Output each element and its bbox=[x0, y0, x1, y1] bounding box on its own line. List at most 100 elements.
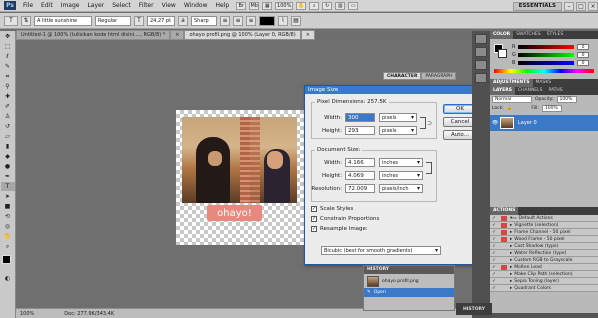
status-zoom[interactable]: 100% bbox=[20, 311, 34, 317]
hand-tool-icon[interactable]: ✋ bbox=[1, 232, 15, 241]
lock-icon[interactable]: 🔒 bbox=[507, 106, 513, 111]
menu-file[interactable]: File bbox=[19, 2, 37, 9]
foreground-color-swatch[interactable] bbox=[2, 255, 11, 264]
gradient-tool-icon[interactable]: ▮ bbox=[1, 142, 15, 151]
tab-channels[interactable]: CHANNELS bbox=[515, 87, 546, 95]
dialog-toggle-icon[interactable] bbox=[501, 279, 507, 284]
3d-rotate-tool-icon[interactable]: ⟲ bbox=[1, 212, 15, 221]
align-left-icon[interactable]: ≡ bbox=[220, 15, 230, 26]
font-family-select[interactable]: A little sunshine bbox=[34, 15, 92, 26]
menu-window[interactable]: Window bbox=[180, 2, 212, 9]
tab-close-icon[interactable]: × bbox=[170, 30, 185, 40]
tab-paths[interactable]: PATHS bbox=[546, 87, 566, 95]
move-tool-icon[interactable]: ✥ bbox=[1, 32, 15, 41]
healing-brush-tool-icon[interactable]: ✚ bbox=[1, 92, 15, 101]
menu-select[interactable]: Select bbox=[108, 2, 135, 9]
rotate-view-icon[interactable]: ↻ bbox=[322, 1, 333, 10]
color-ramp[interactable] bbox=[494, 69, 594, 73]
action-item[interactable]: ✓ ▸ Custom RGB to Grayscale bbox=[490, 257, 598, 264]
screen-mode-icon[interactable]: ▭ bbox=[348, 1, 359, 10]
expand-icon[interactable]: ▸ bbox=[510, 230, 512, 235]
workspace-essentials-button[interactable]: ESSENTIALS bbox=[512, 1, 562, 11]
check-icon[interactable]: ✓ bbox=[490, 244, 498, 249]
zoom-level[interactable]: 100% bbox=[275, 1, 294, 10]
anti-alias-select[interactable]: Sharp bbox=[191, 15, 217, 26]
action-set[interactable]: ✓ ▾▭ Default Actions bbox=[490, 215, 598, 222]
history-snapshot[interactable]: ohayo profil.png bbox=[364, 274, 454, 288]
dialog-toggle-icon[interactable] bbox=[501, 229, 507, 235]
lasso-tool-icon[interactable]: ℓ bbox=[1, 52, 15, 61]
minimize-icon[interactable]: – bbox=[564, 1, 574, 11]
clone-stamp-tool-icon[interactable]: ♙ bbox=[1, 112, 15, 121]
expand-icon[interactable]: ▸ bbox=[510, 272, 512, 277]
red-slider-track[interactable] bbox=[518, 45, 574, 49]
red-value-input[interactable]: 0 bbox=[577, 44, 589, 50]
doc-height-unit-select[interactable]: inches bbox=[379, 171, 423, 180]
eyedropper-tool-icon[interactable]: ⚲ bbox=[1, 82, 15, 91]
action-item[interactable]: ✓ ▸ Make Clip Path (selection) bbox=[490, 271, 598, 278]
eye-icon[interactable]: 👁 bbox=[490, 120, 500, 126]
action-item[interactable]: ✓ ▸ Wood Frame - 50 pixel bbox=[490, 236, 598, 243]
character-panel-toggle-icon[interactable]: ▤ bbox=[291, 15, 301, 26]
action-item[interactable]: ✓ ▸ Molten Lead bbox=[490, 264, 598, 271]
dialog-toggle-icon[interactable] bbox=[501, 215, 507, 221]
tab-styles[interactable]: STYLES bbox=[544, 31, 567, 39]
expand-icon[interactable]: ▸ bbox=[510, 265, 512, 270]
tab-character[interactable]: CHARACTER bbox=[383, 72, 422, 80]
check-icon[interactable]: ✓ bbox=[490, 223, 498, 228]
green-value-input[interactable]: 0 bbox=[577, 52, 589, 58]
dialog-toggle-icon[interactable] bbox=[501, 236, 507, 242]
blue-slider[interactable]: B 0 bbox=[490, 59, 598, 67]
dialog-toggle-icon[interactable] bbox=[501, 286, 507, 291]
doc-width-unit-select[interactable]: inches bbox=[379, 158, 423, 167]
check-icon[interactable]: ✓ bbox=[490, 251, 498, 256]
pixel-height-unit-select[interactable]: pixels bbox=[379, 126, 417, 135]
constrain-proportions-checkbox[interactable]: ✓ Constrain Proportions bbox=[311, 216, 379, 222]
panel-icon[interactable] bbox=[475, 73, 487, 83]
type-tool-preset-icon[interactable]: T bbox=[4, 15, 18, 26]
minibridge-icon[interactable]: Mb bbox=[249, 1, 260, 10]
resolution-unit-select[interactable]: pixels/inch bbox=[379, 184, 423, 193]
tab-untitled-1[interactable]: Untitled-1 @ 100% (tulisikan kode html d… bbox=[16, 30, 171, 40]
tab-layers[interactable]: LAYERS bbox=[490, 87, 515, 95]
fill-input[interactable]: 100% bbox=[541, 105, 562, 112]
expand-icon[interactable]: ▸ bbox=[510, 244, 512, 249]
resample-method-select[interactable]: Bicubic (best for smooth gradients) bbox=[321, 246, 441, 255]
hand-tool-icon[interactable]: ✋ bbox=[296, 1, 307, 10]
menu-view[interactable]: View bbox=[158, 2, 180, 9]
tab-paragraph[interactable]: PARAGRAPH bbox=[421, 72, 457, 80]
menu-help[interactable]: Help bbox=[212, 2, 234, 9]
menu-edit[interactable]: Edit bbox=[37, 2, 57, 9]
zoom-tool-icon[interactable]: ⌕ bbox=[1, 242, 15, 251]
action-item[interactable]: ✓ ▸ Cast Shadow (type) bbox=[490, 243, 598, 250]
expand-icon[interactable]: ▸ bbox=[510, 223, 512, 228]
check-icon[interactable]: ✓ bbox=[490, 279, 498, 284]
check-icon[interactable]: ✓ bbox=[490, 258, 498, 263]
3d-orbit-tool-icon[interactable]: ◎ bbox=[1, 222, 15, 231]
blue-value-input[interactable]: 0 bbox=[577, 60, 589, 66]
blend-mode-select[interactable]: Normal bbox=[492, 96, 532, 103]
action-item[interactable]: ✓ ▸ Water Reflection (type) bbox=[490, 250, 598, 257]
dialog-toggle-icon[interactable] bbox=[501, 244, 507, 249]
font-style-select[interactable]: Regular bbox=[95, 15, 131, 26]
tab-actions[interactable]: ACTIONS bbox=[490, 207, 519, 215]
expand-icon[interactable]: ▸ bbox=[510, 279, 512, 284]
bridge-icon[interactable]: Br bbox=[236, 1, 247, 10]
history-brush-tool-icon[interactable]: ↺ bbox=[1, 122, 15, 131]
blur-tool-icon[interactable]: ◆ bbox=[1, 152, 15, 161]
maximize-icon[interactable]: □ bbox=[576, 1, 586, 11]
dialog-toggle-icon[interactable] bbox=[501, 272, 507, 277]
check-icon[interactable]: ✓ bbox=[490, 216, 498, 221]
check-icon[interactable]: ✓ bbox=[490, 265, 498, 270]
doc-height-input[interactable]: 4.069 bbox=[345, 171, 375, 180]
text-color-swatch[interactable] bbox=[259, 15, 275, 26]
expand-icon[interactable]: ▸ bbox=[510, 258, 512, 263]
zoom-tool-icon[interactable]: ⌕ bbox=[309, 1, 320, 10]
check-icon[interactable]: ✓ bbox=[490, 272, 498, 277]
pixel-width-input[interactable]: 300 bbox=[345, 113, 375, 122]
action-item[interactable]: ✓ ▸ Vignette (selection) bbox=[490, 222, 598, 229]
dialog-toggle-icon[interactable] bbox=[501, 222, 507, 228]
history-state[interactable]: ✎ Open bbox=[364, 288, 454, 297]
expand-icon[interactable]: ▸ bbox=[510, 251, 512, 256]
expand-icon[interactable]: ▸ bbox=[510, 237, 512, 242]
